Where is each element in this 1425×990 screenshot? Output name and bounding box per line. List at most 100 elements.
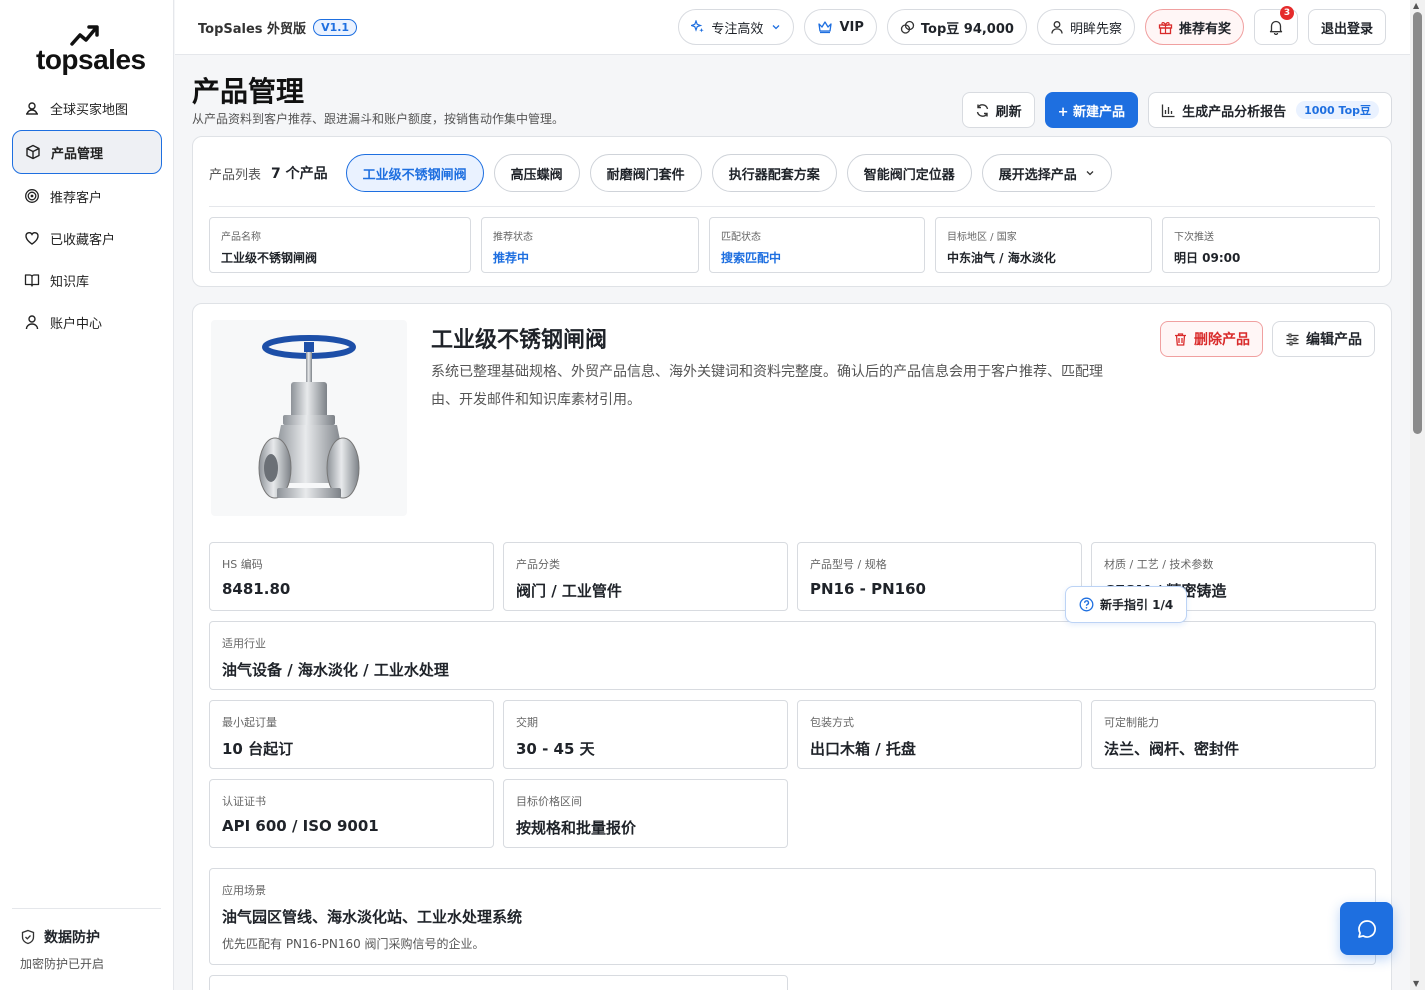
vip-label: VIP [839, 19, 864, 35]
generate-report-button[interactable]: 生成产品分析报告 1000 Top豆 [1148, 92, 1392, 128]
field-key: 可定制能力 [1104, 716, 1159, 729]
field-key: 产品分类 [516, 558, 560, 571]
sidebar-item-label: 全球买家地图 [50, 102, 129, 118]
field-value: 出口木箱 / 托盘 [810, 740, 916, 758]
summary-next-push: 下次推送 明日 09:00 [1162, 217, 1380, 273]
delete-product-button[interactable]: 删除产品 [1160, 321, 1263, 357]
refresh-icon [975, 103, 990, 118]
product-tabs: 产品列表 7 个产品 工业级不锈钢闸阀 高压蝶阀 耐磨阀门套件 执行器配套方案 … [209, 154, 1112, 192]
sidebar-item-label: 已收藏客户 [50, 232, 116, 248]
field-note: 优先匹配有 PN16-PN160 阀门采购信号的企业。 [222, 937, 485, 951]
referral-button[interactable]: 推荐有奖 [1144, 9, 1244, 45]
version-badge: V1.1 [313, 19, 358, 36]
page-actions: 刷新 + 新建产品 生成产品分析报告 1000 Top豆 [961, 92, 1392, 128]
field-moq: 最小起订量 10 台起订 [209, 700, 494, 769]
tab-product-5[interactable]: 智能阀门定位器 [846, 154, 972, 192]
sidebar-item-buyer-map[interactable]: 全球买家地图 [12, 88, 162, 128]
sliders-icon [1285, 332, 1300, 347]
scroll-up-arrow[interactable]: ▲ [1413, 1, 1419, 10]
new-product-button[interactable]: + 新建产品 [1044, 92, 1139, 128]
field-key: 适用行业 [222, 637, 266, 650]
coins-icon [900, 20, 915, 35]
scrollbar[interactable]: ▲ ▼ [1410, 0, 1425, 990]
sidebar: topsales 全球买家地图 产品管理 推荐客户 已收藏客户 知识库 账户中心 [0, 0, 174, 990]
data-protection-title: 数据防护 [12, 927, 161, 947]
sidebar-item-knowledge[interactable]: 知识库 [12, 260, 162, 300]
brand-name: TopSales 外贸版 [198, 22, 307, 37]
field-value: 10 台起订 [222, 740, 294, 758]
tab-product-3[interactable]: 耐磨阀门套件 [589, 154, 702, 192]
field-model: 产品型号 / 规格 PN16 - PN160 [797, 542, 1082, 611]
sidebar-item-label: 推荐客户 [50, 190, 103, 206]
delete-label: 删除产品 [1194, 332, 1250, 348]
product-count: 7 个产品 [271, 166, 328, 182]
edit-label: 编辑产品 [1306, 332, 1362, 348]
report-label: 生成产品分析报告 [1182, 104, 1287, 120]
product-actions: 删除产品 编辑产品 [1160, 321, 1375, 357]
summary-recommend-status: 推荐状态 推荐中 [481, 217, 699, 273]
field-value: 30 - 45 天 [516, 740, 595, 758]
field-application: 应用场景 油气园区管线、海水淡化站、工业水处理系统 优先匹配有 PN16-PN1… [209, 868, 1376, 965]
expand-products-dropdown[interactable]: 展开选择产品 [981, 154, 1112, 192]
chat-icon [1356, 918, 1378, 940]
field-value: PN16 - PN160 [810, 580, 926, 598]
notification-count: 3 [1279, 6, 1294, 20]
summary-value: 工业级不锈钢闸阀 [221, 251, 318, 265]
product-summary: 产品名称 工业级不锈钢闸阀 推荐状态 推荐中 匹配状态 搜索匹配中 目标地区 /… [209, 217, 1380, 273]
field-key: 认证证书 [222, 795, 266, 808]
sidebar-item-account[interactable]: 账户中心 [12, 302, 162, 342]
user-name: 明眸先察 [1069, 21, 1122, 37]
scrollbar-thumb[interactable] [1413, 12, 1422, 434]
field-next [209, 975, 788, 990]
refresh-label: 刷新 [995, 104, 1022, 120]
divider [209, 206, 1375, 207]
sidebar-item-favorites[interactable]: 已收藏客户 [12, 218, 162, 258]
field-lead-time: 交期 30 - 45 天 [503, 700, 788, 769]
beans-balance[interactable]: Top豆 94,000 [886, 9, 1027, 45]
sidebar-item-products[interactable]: 产品管理 [12, 130, 162, 174]
field-value: 阀门 / 工业管件 [516, 582, 622, 600]
field-value: 法兰、阀杆、密封件 [1104, 740, 1240, 758]
field-key: HS 编码 [222, 558, 263, 571]
sidebar-item-recommended[interactable]: 推荐客户 [12, 176, 162, 216]
edit-product-button[interactable]: 编辑产品 [1272, 321, 1375, 357]
field-key: 包装方式 [810, 716, 854, 729]
field-key: 最小起订量 [222, 716, 277, 729]
refresh-button[interactable]: 刷新 [961, 92, 1035, 128]
onboarding-guide[interactable]: 新手指引 1/4 [1065, 586, 1188, 623]
summary-target-region: 目标地区 / 国家 中东油气 / 海水淡化 [935, 217, 1152, 273]
summary-value: 明日 09:00 [1174, 251, 1241, 265]
scroll-down-arrow[interactable]: ▼ [1413, 979, 1419, 988]
beans-label: Top豆 94,000 [920, 21, 1014, 37]
data-protection-panel: 数据防护 加密防护已开启 [12, 908, 161, 972]
notifications-button[interactable]: 3 [1253, 6, 1298, 45]
book-icon [24, 272, 40, 288]
tab-product-2[interactable]: 高压蝶阀 [493, 154, 580, 192]
referral-label: 推荐有奖 [1178, 21, 1231, 37]
summary-key: 目标地区 / 国家 [947, 232, 1017, 243]
guide-label: 新手指引 1/4 [1100, 598, 1174, 612]
summary-match-status: 匹配状态 搜索匹配中 [709, 217, 925, 273]
target-icon [24, 188, 40, 204]
field-hs-code: HS 编码 8481.80 [209, 542, 494, 611]
summary-key: 产品名称 [221, 232, 261, 243]
field-key: 材质 / 工艺 / 技术参数 [1104, 558, 1214, 571]
logo[interactable]: topsales [36, 24, 156, 76]
tab-product-4[interactable]: 执行器配套方案 [711, 154, 837, 192]
gate-valve-illustration [258, 335, 360, 499]
sidebar-item-label: 产品管理 [51, 146, 104, 162]
user-icon [1050, 20, 1064, 34]
logout-button[interactable]: 退出登录 [1307, 9, 1386, 45]
mode-dropdown[interactable]: 专注高效 [678, 9, 795, 45]
vip-button[interactable]: VIP [804, 9, 877, 45]
chat-button[interactable] [1340, 902, 1393, 955]
field-key: 应用场景 [222, 884, 266, 897]
summary-product-name: 产品名称 工业级不锈钢闸阀 [209, 217, 471, 273]
shield-check-icon [20, 929, 36, 945]
box-icon [25, 144, 41, 160]
field-key: 交期 [516, 716, 538, 729]
bar-chart-icon [1161, 103, 1176, 118]
field-customization: 可定制能力 法兰、阀杆、密封件 [1091, 700, 1376, 769]
user-menu[interactable]: 明眸先察 [1036, 9, 1135, 45]
tab-product-1[interactable]: 工业级不锈钢闸阀 [345, 154, 484, 192]
